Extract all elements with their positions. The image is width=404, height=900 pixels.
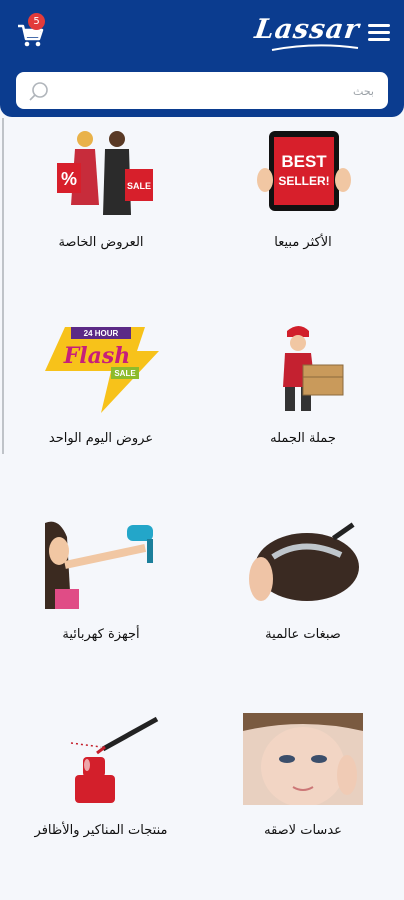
category-tile-electrical-appliances[interactable]: أجهزة كهربائية <box>0 509 202 704</box>
best-seller-line2: SELLER! <box>278 174 329 188</box>
category-tile-wholesale[interactable]: جملة الجمله <box>202 313 404 508</box>
logo-swoosh <box>271 44 359 51</box>
category-label: العروض الخاصة <box>58 235 144 250</box>
category-tile-contact-lenses[interactable]: عدسات لاصقه <box>202 705 404 900</box>
category-label: عروض اليوم الواحد <box>48 431 154 446</box>
flash-sale-top: 24 HOUR <box>84 329 119 338</box>
hair-dye-image <box>249 522 359 601</box>
search-input[interactable] <box>72 72 376 111</box>
brand-logo[interactable]: Lassar <box>253 14 362 45</box>
search-icon[interactable] <box>28 80 50 102</box>
flash-sale-image: 24 HOUR Flash SALE <box>45 327 159 413</box>
category-tile-special-offers[interactable]: % SALE العروض الخاصة <box>0 117 202 312</box>
special-offers-image: % SALE <box>57 131 153 215</box>
category-label: جملة الجمله <box>270 431 336 446</box>
special-offers-percent: % <box>61 169 77 189</box>
nail-polish-image <box>70 716 159 803</box>
app-header: Lassar 5 <box>0 0 404 117</box>
category-tile-hair-dyes[interactable]: صبغات عالمية <box>202 509 404 704</box>
best-seller-line1: BEST <box>281 152 327 171</box>
category-tile-one-day-offers[interactable]: 24 HOUR Flash SALE عروض اليوم الواحد <box>0 313 202 508</box>
category-label: عدسات لاصقه <box>264 823 342 838</box>
best-seller-image: BEST SELLER! <box>257 131 351 211</box>
category-tile-best-seller[interactable]: BEST SELLER! الأكثر مبيعا <box>202 117 404 312</box>
flash-sale-main: Flash <box>63 343 131 369</box>
category-label: أجهزة كهربائية <box>62 627 140 642</box>
category-tile-nail-products[interactable]: منتجات المناكير والأظافر <box>0 705 202 900</box>
category-label: منتجات المناكير والأظافر <box>34 823 168 838</box>
special-offers-sale: SALE <box>127 181 151 191</box>
hamburger-menu-icon[interactable] <box>368 24 390 42</box>
cart-count-badge: 5 <box>28 13 45 30</box>
wholesale-delivery-image <box>283 326 344 411</box>
flash-sale-bottom: SALE <box>114 369 136 378</box>
search-bar <box>16 72 388 111</box>
hair-dryer-image <box>45 521 153 609</box>
contact-lenses-image <box>243 713 363 805</box>
category-label: صبغات عالمية <box>265 627 341 642</box>
category-label: الأكثر مبيعا <box>274 235 332 250</box>
